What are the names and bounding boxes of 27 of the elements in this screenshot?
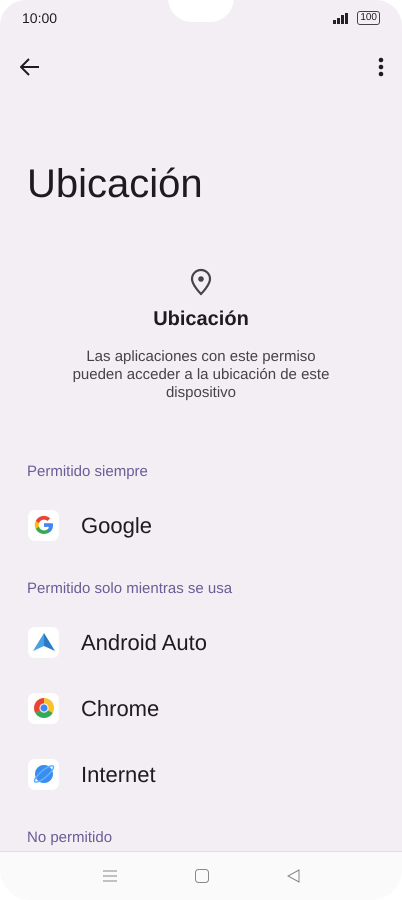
menu-icon[interactable] — [102, 870, 116, 882]
more-options-icon[interactable] — [378, 57, 384, 77]
app-list-item[interactable]: Google — [0, 492, 402, 558]
app-list-item[interactable]: Android Auto — [0, 609, 402, 675]
section-header: No permitido — [26, 828, 114, 848]
google-logo-icon — [28, 510, 59, 540]
signal-icon — [333, 12, 350, 24]
app-list-item[interactable]: Internet — [0, 741, 402, 807]
planet-logo-icon — [28, 758, 59, 790]
battery-level: 100 — [357, 11, 380, 25]
back-nav-icon[interactable] — [286, 869, 300, 883]
app-list-item[interactable]: Chrome — [0, 675, 402, 741]
permission-description: Las aplicaciones con este permiso pueden acceder a la ubicación de este dispositivo — [72, 348, 330, 402]
section-header: Permitido siempre — [26, 462, 149, 482]
triangle-logo-icon — [28, 626, 59, 658]
page-title: Ubicación — [26, 161, 204, 208]
app-name: Internet — [81, 760, 156, 788]
app-name: Android Auto — [81, 628, 207, 656]
status-time: 10:00 — [22, 8, 58, 28]
location-pin-icon — [190, 268, 212, 296]
chrome-logo-icon — [28, 692, 59, 724]
section-header: Permitido solo mientras se usa — [26, 579, 234, 599]
app-name: Google — [81, 512, 152, 540]
home-icon[interactable] — [194, 869, 208, 883]
permission-title: Ubicación — [152, 307, 250, 332]
app-name: Chrome — [81, 694, 160, 722]
back-icon[interactable] — [20, 58, 40, 76]
